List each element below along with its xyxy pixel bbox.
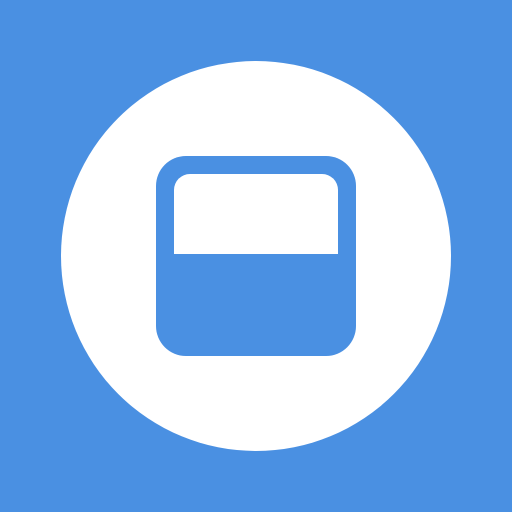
window-header-panel-base <box>174 214 338 254</box>
app-icon-tile <box>0 0 512 512</box>
app-window-icon <box>156 156 356 356</box>
